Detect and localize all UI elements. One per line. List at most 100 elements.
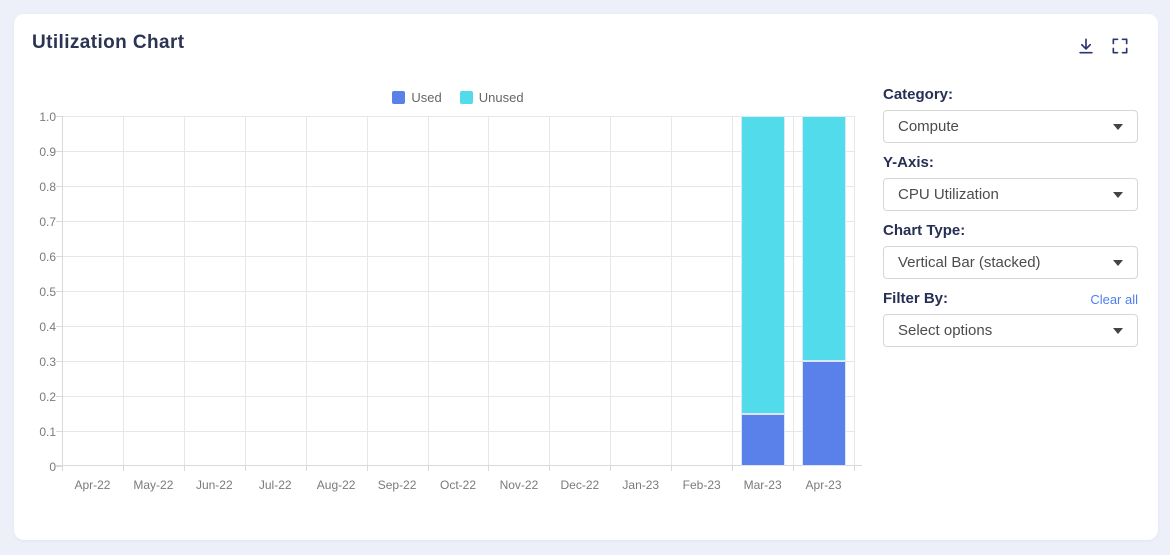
bar-segment-used[interactable] [741, 414, 785, 467]
x-tick-label: Dec-22 [561, 478, 600, 492]
chart-legend: Used Unused [62, 90, 854, 105]
chevron-down-icon [1113, 192, 1123, 198]
gridline [62, 151, 854, 152]
y-axis-line [62, 116, 63, 466]
x-tick-label: Apr-22 [74, 478, 110, 492]
chevron-down-icon [1113, 260, 1123, 266]
x-tick [549, 466, 550, 471]
y-tick-label: 0.6 [22, 250, 56, 264]
bar-apr-23 [802, 116, 846, 466]
gridline [671, 116, 672, 466]
chart-type-label: Chart Type: [883, 222, 965, 239]
y-tick-label: 0.9 [22, 145, 56, 159]
x-tick [428, 466, 429, 471]
x-tick-label: Aug-22 [317, 478, 356, 492]
y-tick-label: 0.8 [22, 180, 56, 194]
bar-segment-used[interactable] [802, 361, 846, 466]
x-tick [184, 466, 185, 471]
legend-swatch [392, 91, 405, 104]
legend-swatch [460, 91, 473, 104]
x-tick [367, 466, 368, 471]
gridline [123, 116, 124, 466]
gridline [62, 361, 854, 362]
gridline [793, 116, 794, 466]
gridline [62, 116, 854, 117]
y-tick-label: 0 [22, 460, 56, 474]
download-icon[interactable] [1076, 36, 1096, 56]
y-tick-label: 0.1 [22, 425, 56, 439]
filter-by-select-value: Select options [898, 322, 992, 339]
category-select-value: Compute [898, 118, 959, 135]
x-tick-label: May-22 [133, 478, 173, 492]
x-tick [671, 466, 672, 471]
x-tick-label: Mar-23 [744, 478, 782, 492]
legend-label: Used [411, 90, 441, 105]
gridline [62, 431, 854, 432]
x-tick-label: Sep-22 [378, 478, 417, 492]
legend-item-unused[interactable]: Unused [460, 90, 524, 105]
x-tick-label: Apr-23 [806, 478, 842, 492]
y-tick-label: 0.3 [22, 355, 56, 369]
gridline [732, 116, 733, 466]
y-axis-label: Y-Axis: [883, 154, 934, 171]
bar-segment-unused[interactable] [802, 116, 846, 361]
gridline [62, 256, 854, 257]
chart-type-select-value: Vertical Bar (stacked) [898, 254, 1041, 271]
gridline [610, 116, 611, 466]
y-tick-label: 0.4 [22, 320, 56, 334]
legend-label: Unused [479, 90, 524, 105]
gridline [488, 116, 489, 466]
x-tick-label: Oct-22 [440, 478, 476, 492]
bar-mar-23 [741, 116, 785, 466]
chevron-down-icon [1113, 328, 1123, 334]
x-tick [488, 466, 489, 471]
clear-all-link[interactable]: Clear all [1090, 292, 1138, 307]
y-tick-label: 0.2 [22, 390, 56, 404]
x-tick-label: Feb-23 [683, 478, 721, 492]
header-toolbar [1076, 36, 1130, 56]
x-tick-label: Jun-22 [196, 478, 233, 492]
y-tick-label: 0.5 [22, 285, 56, 299]
utilization-chart-card: Utilization Chart Used Unused 1.0 0.9 0.8 0.… [14, 14, 1158, 540]
x-tick-label: Jan-23 [622, 478, 659, 492]
x-tick [854, 466, 855, 471]
bar-segment-unused[interactable] [741, 116, 785, 414]
filter-by-select[interactable]: Select options [883, 314, 1138, 347]
x-tick-label: Jul-22 [259, 478, 292, 492]
gridline [184, 116, 185, 466]
plot-area [62, 116, 854, 466]
gridline [854, 116, 855, 466]
x-tick [610, 466, 611, 471]
gridline [62, 326, 854, 327]
legend-item-used[interactable]: Used [392, 90, 441, 105]
page-title: Utilization Chart [32, 32, 184, 54]
x-tick [793, 466, 794, 471]
category-select[interactable]: Compute [883, 110, 1138, 143]
gridline [428, 116, 429, 466]
filter-by-label: Filter By: [883, 290, 948, 307]
x-axis-labels: Apr-22 May-22 Jun-22 Jul-22 Aug-22 Sep-22 Oct-… [62, 478, 854, 494]
y-tick-label: 1.0 [22, 110, 56, 124]
gridline [549, 116, 550, 466]
x-tick [306, 466, 307, 471]
y-axis-select-value: CPU Utilization [898, 186, 999, 203]
y-tick-label: 0.7 [22, 215, 56, 229]
x-tick [123, 466, 124, 471]
x-tick-label: Nov-22 [500, 478, 539, 492]
category-label: Category: [883, 86, 953, 103]
x-tick [732, 466, 733, 471]
y-axis-select[interactable]: CPU Utilization [883, 178, 1138, 211]
x-tick [245, 466, 246, 471]
gridline [62, 221, 854, 222]
x-tick [62, 466, 63, 471]
gridline [306, 116, 307, 466]
gridline [62, 186, 854, 187]
gridline [62, 396, 854, 397]
chart-type-select[interactable]: Vertical Bar (stacked) [883, 246, 1138, 279]
fullscreen-icon[interactable] [1110, 36, 1130, 56]
y-axis-labels: 1.00.90.80.70.60.50.40.30.20.10 [22, 116, 56, 466]
chevron-down-icon [1113, 124, 1123, 130]
gridline [367, 116, 368, 466]
gridline [62, 291, 854, 292]
gridline [245, 116, 246, 466]
